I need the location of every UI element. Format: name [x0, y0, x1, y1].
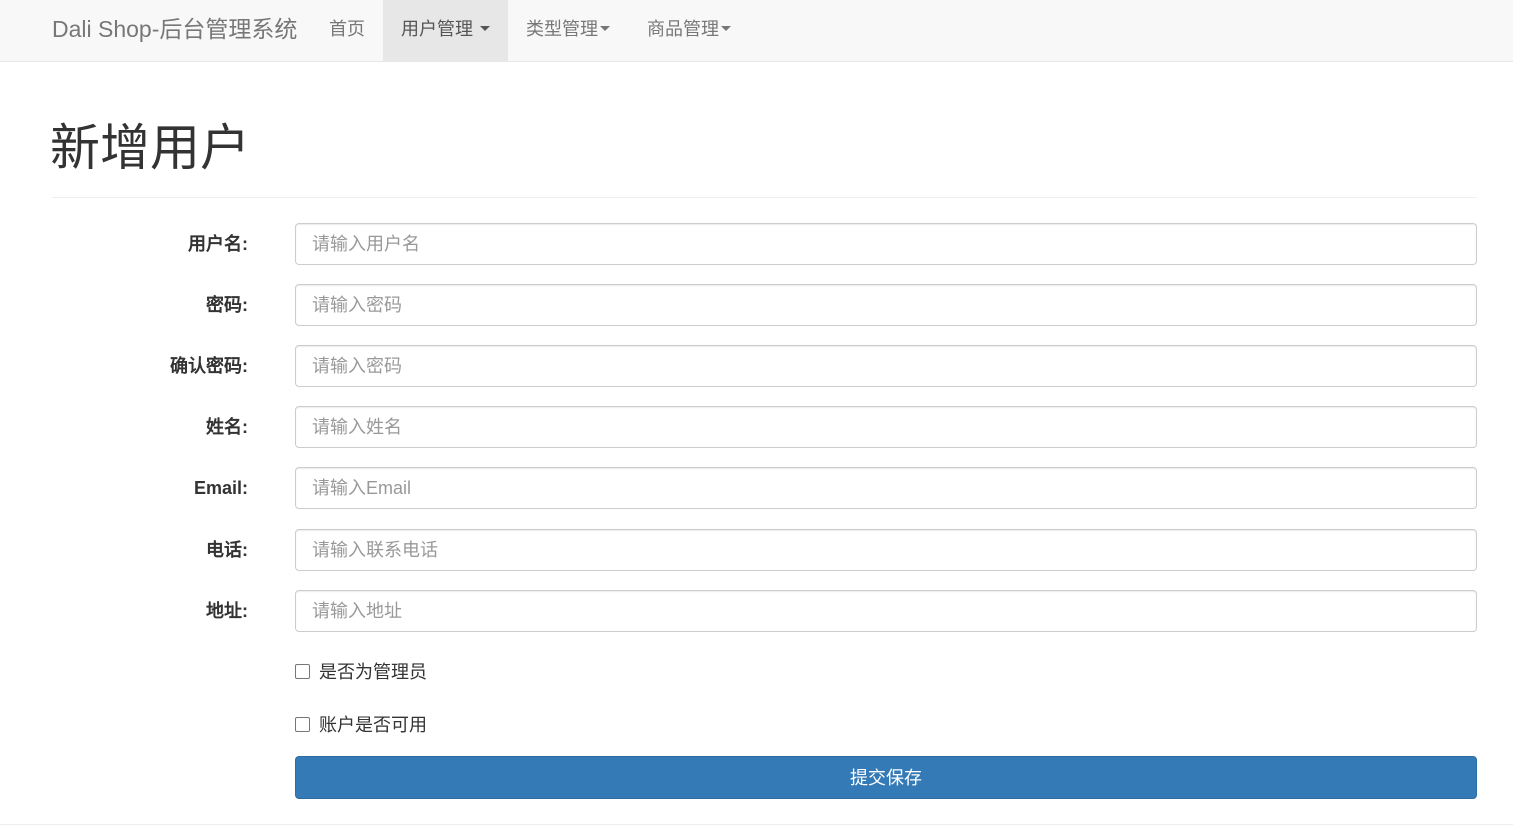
name-label: 姓名:: [206, 417, 248, 437]
nav-item-label: 类型管理: [526, 19, 598, 39]
top-navbar: Dali Shop-后台管理系统 首页 用户管理 类型管理 商品管理: [0, 0, 1513, 62]
is-admin-label: 是否为管理员: [319, 662, 427, 682]
username-input[interactable]: [295, 223, 1477, 265]
nav-item-label: 商品管理: [647, 19, 719, 39]
footer-divider: [0, 824, 1513, 825]
phone-input[interactable]: [295, 529, 1477, 571]
password-input[interactable]: [295, 284, 1477, 326]
nav-item-goods-management[interactable]: 商品管理: [629, 0, 747, 61]
brand-title[interactable]: Dali Shop-后台管理系统: [52, 0, 297, 61]
confirm-password-label: 确认密码:: [170, 356, 248, 376]
account-enabled-label: 账户是否可用: [319, 715, 427, 735]
nav-item-label: 用户管理: [401, 19, 473, 39]
caret-down-icon: [480, 25, 491, 31]
username-label: 用户名:: [188, 234, 248, 254]
address-input[interactable]: [295, 590, 1477, 632]
address-label: 地址:: [206, 601, 248, 621]
name-input[interactable]: [295, 406, 1477, 448]
caret-down-icon: [600, 25, 610, 31]
submit-save-button[interactable]: 提交保存: [295, 756, 1477, 799]
account-enabled-checkbox-row[interactable]: 账户是否可用: [295, 713, 427, 737]
account-enabled-checkbox[interactable]: [295, 716, 310, 732]
email-label: Email:: [193, 478, 248, 498]
header-divider: [52, 197, 1477, 198]
nav-item-home[interactable]: 首页: [312, 0, 382, 61]
email-input[interactable]: [295, 467, 1477, 509]
nav-item-label: 首页: [329, 19, 365, 39]
nav-item-user-management[interactable]: 用户管理: [383, 0, 508, 61]
phone-label: 电话:: [206, 540, 248, 560]
is-admin-checkbox[interactable]: [295, 663, 310, 679]
password-label: 密码:: [206, 295, 248, 315]
confirm-password-input[interactable]: [295, 345, 1477, 387]
nav-item-type-management[interactable]: 类型管理: [508, 0, 626, 61]
caret-down-icon: [721, 25, 731, 31]
is-admin-checkbox-row[interactable]: 是否为管理员: [295, 660, 427, 684]
page-title: 新增用户: [50, 120, 250, 176]
